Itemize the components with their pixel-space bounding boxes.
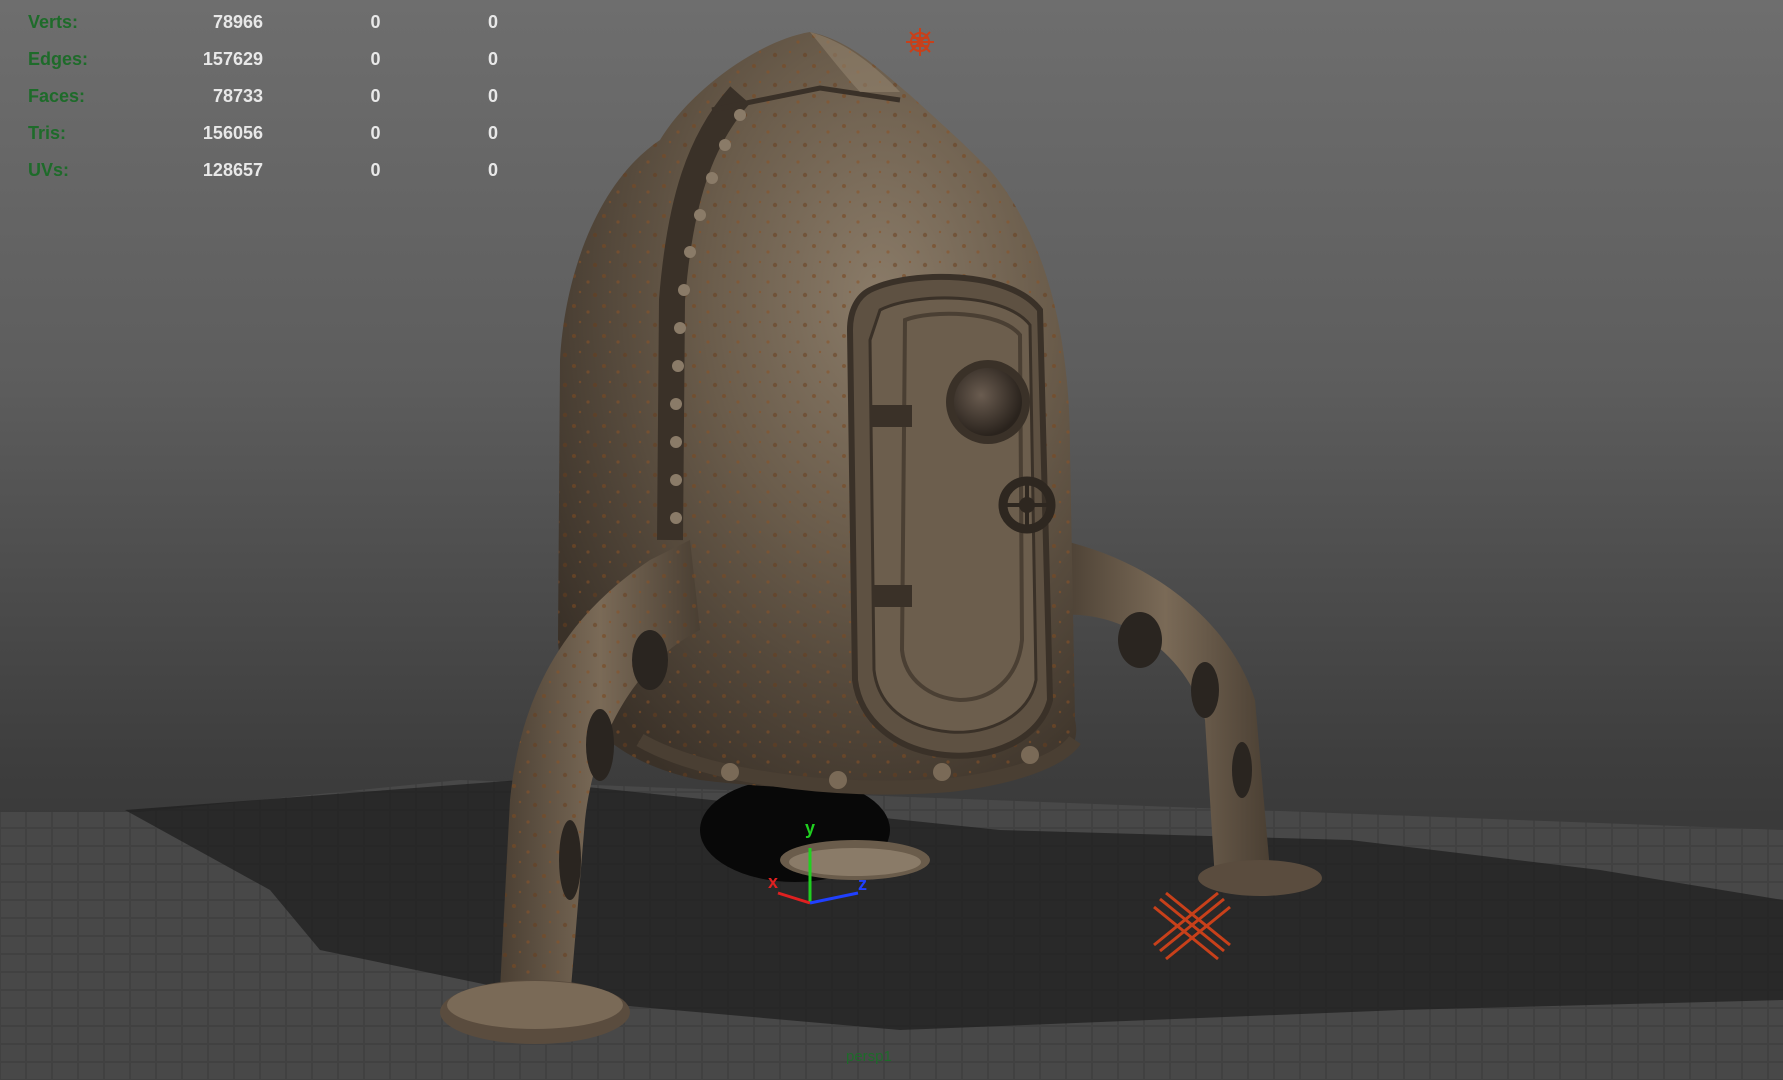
hud-total: 128657 xyxy=(202,160,263,180)
hud-selected-2: 0 xyxy=(487,86,498,106)
hud-selected-2: 0 xyxy=(487,123,498,143)
hud-row-edges: Edges: 157629 0 0 xyxy=(28,41,498,78)
point-light-icon xyxy=(906,28,934,56)
hud-selected: 0 xyxy=(370,12,381,32)
hud-row-faces: Faces: 78733 0 0 xyxy=(28,78,498,115)
hud-selected-2: 0 xyxy=(487,49,498,69)
hud-selected: 0 xyxy=(370,160,381,180)
valve-wheel xyxy=(998,476,1056,534)
hud-label: Verts: xyxy=(28,12,79,32)
hud-label: UVs: xyxy=(28,160,70,180)
poly-count-hud: Verts: 78966 0 0 Edges: 157629 0 0 Faces… xyxy=(28,4,498,189)
hud-label: Edges: xyxy=(28,49,89,69)
hud-selected-2: 0 xyxy=(487,12,498,32)
hud-total: 78966 xyxy=(212,12,263,32)
axis-label-y: y xyxy=(805,818,815,838)
hud-selected: 0 xyxy=(370,49,381,69)
axis-label-x: x xyxy=(768,872,778,892)
hud-selected: 0 xyxy=(370,123,381,143)
hud-row-uvs: UVs: 128657 0 0 xyxy=(28,152,498,189)
axis-label-z: z xyxy=(858,874,867,894)
hud-total: 157629 xyxy=(202,49,263,69)
hatch-hinge-bottom xyxy=(872,585,912,607)
camera-name-label: persp1 xyxy=(846,1048,892,1065)
hud-total: 78733 xyxy=(212,86,263,106)
hud-selected: 0 xyxy=(370,86,381,106)
hud-row-tris: Tris: 156056 0 0 xyxy=(28,115,498,152)
hud-label: Faces: xyxy=(28,86,86,106)
hud-selected-2: 0 xyxy=(487,160,498,180)
hud-row-verts: Verts: 78966 0 0 xyxy=(28,4,498,41)
hud-label: Tris: xyxy=(28,123,67,143)
3d-viewport[interactable]: y x z Verts: 78966 0 0 Edges: 157629 0 0… xyxy=(0,0,1783,1080)
hud-total: 156056 xyxy=(202,123,263,143)
hatch-hinge-top xyxy=(872,405,912,427)
